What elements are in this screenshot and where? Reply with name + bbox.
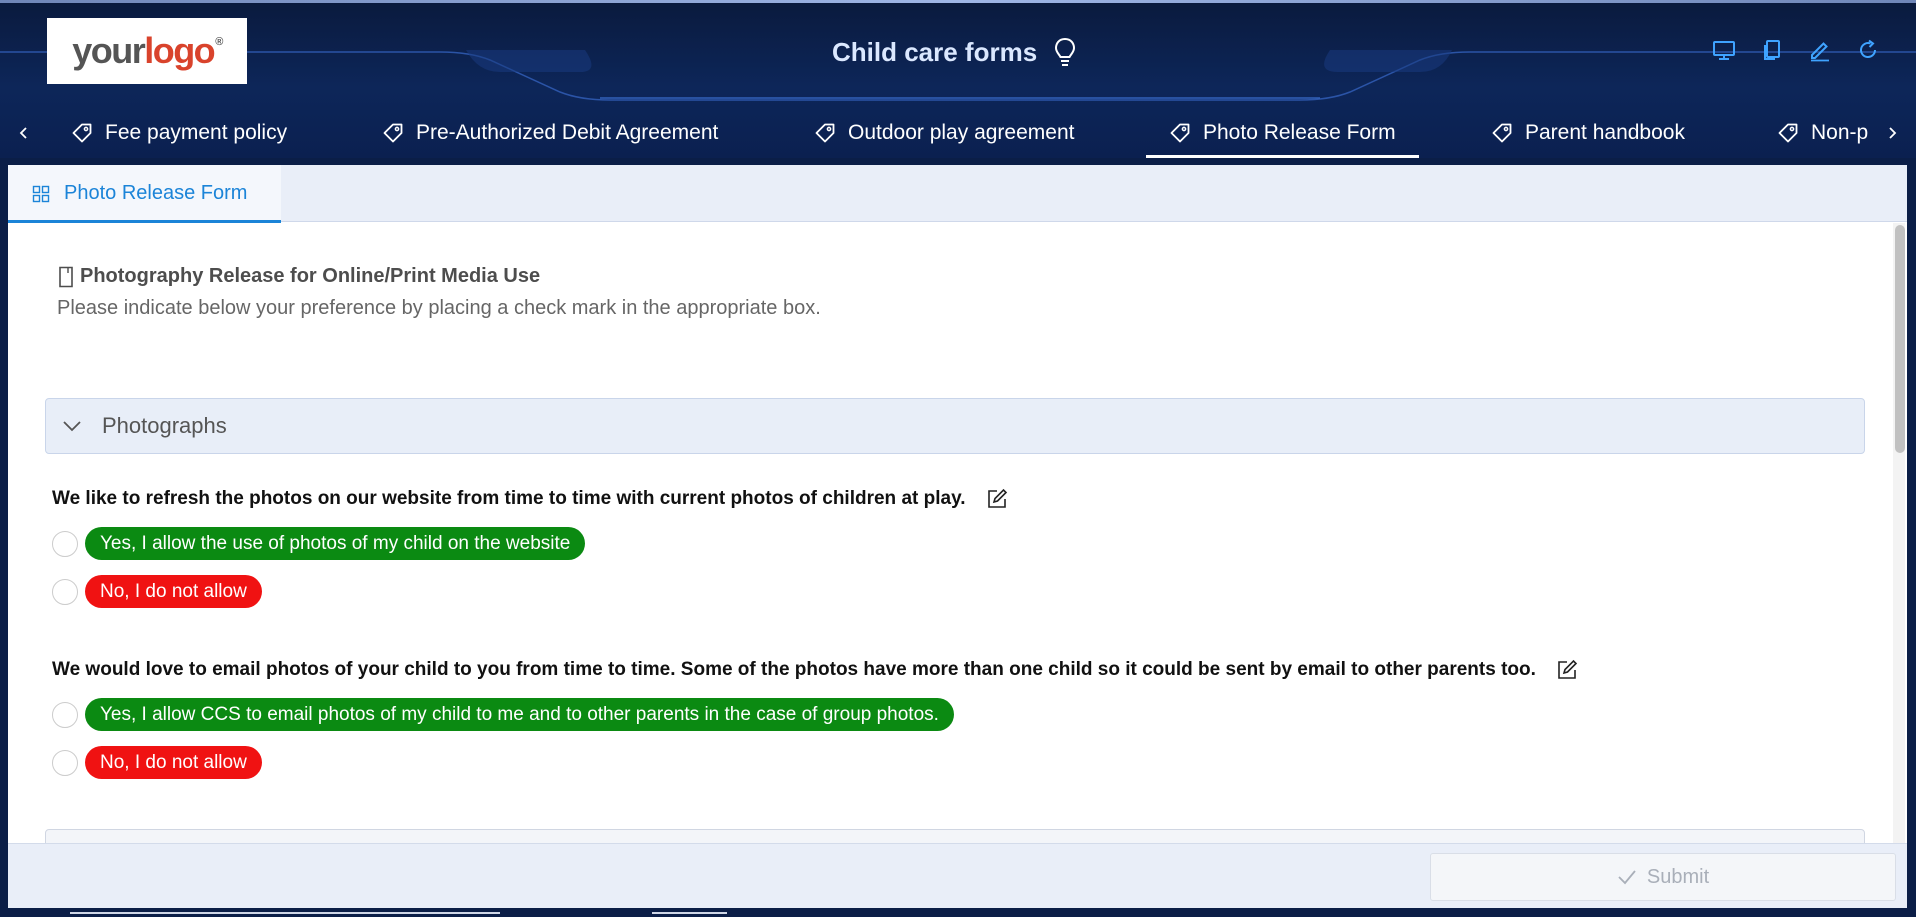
form-content: Photography Release for Online/Print Med… bbox=[8, 223, 1892, 843]
tag-icon bbox=[1170, 123, 1190, 143]
tabs-scroll-right-button[interactable] bbox=[1877, 118, 1907, 148]
edit-icon[interactable] bbox=[986, 488, 1008, 510]
company-logo[interactable]: yourlogo® bbox=[47, 18, 247, 84]
panel-tab-label: Photo Release Form bbox=[64, 182, 248, 204]
option-email-no[interactable]: No, I do not allow bbox=[52, 746, 262, 779]
form-heading: Photography Release for Online/Print Med… bbox=[57, 265, 540, 288]
refresh-icon[interactable] bbox=[1856, 38, 1880, 62]
option-website-no[interactable]: No, I do not allow bbox=[52, 575, 262, 608]
option-label[interactable]: Yes, I allow CCS to email photos of my c… bbox=[85, 698, 954, 731]
section-title: Photographs bbox=[102, 413, 227, 438]
option-email-yes[interactable]: Yes, I allow CCS to email photos of my c… bbox=[52, 698, 954, 731]
grid-icon bbox=[32, 185, 50, 202]
chevron-left-icon bbox=[19, 127, 27, 139]
tag-icon bbox=[383, 123, 403, 143]
question-text: We would love to email photos of your ch… bbox=[52, 659, 1536, 680]
tag-icon bbox=[815, 123, 835, 143]
scrollbar-thumb[interactable] bbox=[1895, 225, 1905, 453]
app-header: yourlogo® Child care forms Fee payment p… bbox=[0, 0, 1916, 158]
radio-button[interactable] bbox=[52, 530, 78, 557]
form-heading-text: Photography Release for Online/Print Med… bbox=[80, 265, 541, 287]
chevron-right-icon bbox=[1889, 127, 1897, 139]
edit-icon[interactable] bbox=[1556, 659, 1578, 681]
tab-outdoor-play-agreement[interactable]: Outdoor play agreement bbox=[791, 108, 1074, 158]
panel-tab-photo-release-form[interactable]: Photo Release Form bbox=[8, 165, 281, 223]
radio-button[interactable] bbox=[52, 749, 78, 776]
app-title-group: Child care forms bbox=[832, 34, 1079, 70]
logo-text-your: your bbox=[72, 30, 146, 71]
form-panel: Photo Release Form Photography Release f… bbox=[8, 165, 1907, 908]
header-toolbar bbox=[1712, 38, 1880, 62]
tag-icon bbox=[1778, 123, 1798, 143]
question-email-photos: We would love to email photos of your ch… bbox=[52, 659, 1578, 681]
radio-button[interactable] bbox=[52, 701, 78, 728]
tabs-scroll-left-button[interactable] bbox=[9, 118, 39, 148]
bottom-strip-segment bbox=[652, 912, 727, 914]
tab-parent-handbook[interactable]: Parent handbook bbox=[1468, 108, 1688, 158]
monitor-icon[interactable] bbox=[1712, 38, 1736, 62]
tab-label: Non-p bbox=[1811, 121, 1868, 144]
logo-text-logo: logo bbox=[144, 30, 215, 71]
tab-label: Photo Release Form bbox=[1203, 121, 1396, 144]
tab-label: Outdoor play agreement bbox=[848, 121, 1075, 144]
question-website-photos: We like to refresh the photos on our web… bbox=[52, 488, 1008, 510]
panel-tabbar: Photo Release Form bbox=[8, 165, 1907, 223]
tab-pre-authorized-debit-agreement[interactable]: Pre-Authorized Debit Agreement bbox=[359, 108, 719, 158]
app-title: Child care forms bbox=[832, 36, 1038, 67]
tag-icon bbox=[1492, 123, 1512, 143]
pencil-icon[interactable] bbox=[1808, 38, 1832, 62]
tag-icon bbox=[72, 123, 92, 143]
tabs-viewport: Fee payment policy Pre-Authorized Debit … bbox=[48, 108, 1868, 158]
logo-registered-mark: ® bbox=[215, 36, 223, 48]
tab-photo-release-form[interactable]: Photo Release Form bbox=[1146, 108, 1419, 158]
tab-label: Fee payment policy bbox=[105, 121, 288, 144]
bottom-strip-segment bbox=[70, 912, 500, 914]
section-header-photographs[interactable]: Photographs bbox=[45, 398, 1865, 454]
form-tabstrip: Fee payment policy Pre-Authorized Debit … bbox=[0, 108, 1916, 158]
submit-button[interactable]: Submit bbox=[1430, 853, 1896, 901]
option-label[interactable]: Yes, I allow the use of photos of my chi… bbox=[85, 527, 586, 560]
option-website-yes[interactable]: Yes, I allow the use of photos of my chi… bbox=[52, 527, 586, 560]
tab-label: Pre-Authorized Debit Agreement bbox=[416, 121, 719, 144]
document-icon bbox=[59, 266, 73, 287]
chevron-down-icon bbox=[63, 421, 81, 432]
bottom-taskbar-strip bbox=[0, 908, 1916, 917]
submit-label: Submit bbox=[1646, 865, 1710, 888]
tab-non-p[interactable]: Non-p bbox=[1754, 108, 1868, 158]
tab-label: Parent handbook bbox=[1525, 121, 1685, 144]
next-section-header[interactable] bbox=[45, 829, 1865, 843]
form-footer: Submit bbox=[8, 843, 1907, 908]
copy-icon[interactable] bbox=[1760, 38, 1784, 62]
option-label[interactable]: No, I do not allow bbox=[85, 575, 262, 608]
form-subheading: Please indicate below your preference by… bbox=[57, 297, 821, 319]
option-label[interactable]: No, I do not allow bbox=[85, 746, 262, 779]
checkmark-icon bbox=[1618, 870, 1636, 885]
radio-button[interactable] bbox=[52, 578, 78, 605]
lightbulb-icon[interactable] bbox=[1051, 36, 1079, 68]
question-text: We like to refresh the photos on our web… bbox=[52, 488, 966, 509]
tab-fee-payment-policy[interactable]: Fee payment policy bbox=[48, 108, 288, 158]
